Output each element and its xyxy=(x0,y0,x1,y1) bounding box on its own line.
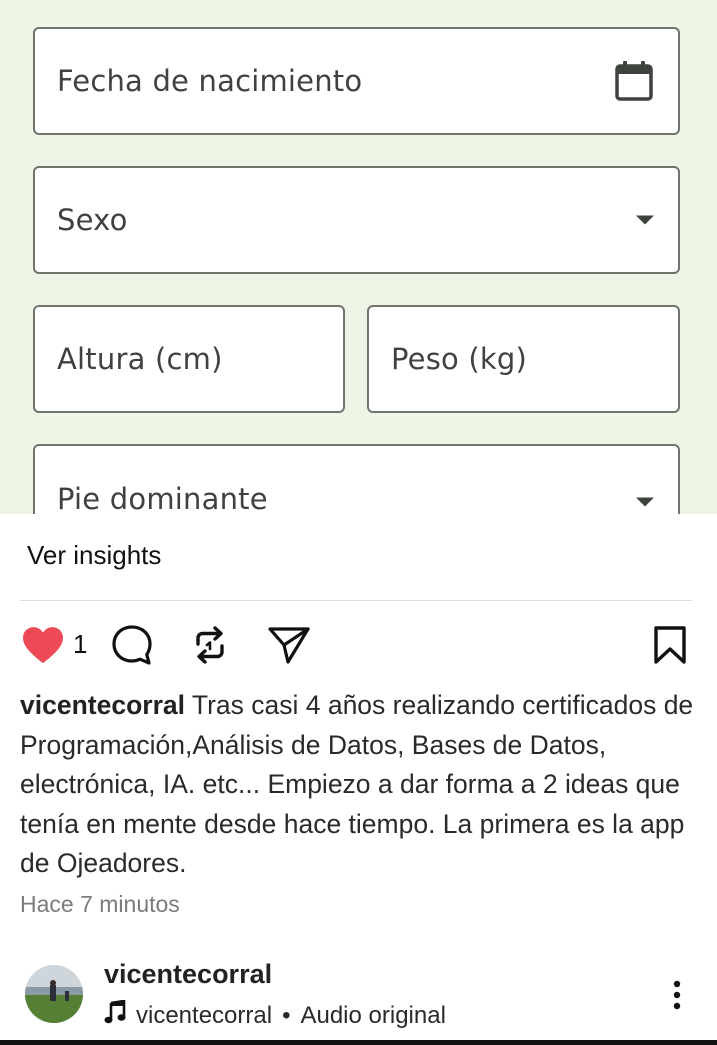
heart-icon[interactable] xyxy=(20,620,66,670)
audio-info[interactable]: vicentecorral • Audio original xyxy=(104,999,446,1031)
post-caption: vicentecorral Tras casi 4 años realizand… xyxy=(20,686,700,884)
bookmark-icon[interactable] xyxy=(650,620,690,670)
weight-input[interactable]: Peso (kg) xyxy=(367,305,680,413)
caret-down-icon xyxy=(636,497,654,507)
like-count[interactable]: 1 xyxy=(73,629,87,660)
post-image: Fecha de nacimiento Sexo Altura (cm) Pes… xyxy=(0,0,717,514)
dominant-foot-label: Pie dominante xyxy=(57,482,268,514)
repost-icon[interactable] xyxy=(188,620,232,670)
birthdate-field[interactable]: Fecha de nacimiento xyxy=(33,27,680,135)
post-timestamp: Hace 7 minutos xyxy=(20,891,180,917)
caret-down-icon xyxy=(636,215,654,225)
divider xyxy=(20,600,692,601)
action-bar: 1 xyxy=(20,620,692,670)
height-label: Altura (cm) xyxy=(57,342,223,376)
audio-username: vicentecorral xyxy=(136,1001,273,1029)
dominant-foot-select[interactable]: Pie dominante xyxy=(33,444,680,514)
caption-username[interactable]: vicentecorral xyxy=(20,690,185,720)
bottom-edge xyxy=(0,1040,717,1045)
author-username[interactable]: vicentecorral xyxy=(104,959,272,990)
view-insights-link[interactable]: Ver insights xyxy=(27,540,161,571)
weight-label: Peso (kg) xyxy=(391,342,527,376)
music-note-icon xyxy=(104,999,126,1031)
sex-label: Sexo xyxy=(57,203,128,237)
sex-select[interactable]: Sexo xyxy=(33,166,680,274)
audio-separator: • xyxy=(282,1001,291,1029)
avatar[interactable] xyxy=(25,965,83,1023)
audio-label: Audio original xyxy=(300,1001,446,1029)
comment-bubble-icon[interactable] xyxy=(108,620,156,670)
send-icon[interactable] xyxy=(266,620,312,670)
calendar-icon[interactable] xyxy=(614,60,654,102)
birthdate-label: Fecha de nacimiento xyxy=(57,64,363,98)
more-vertical-icon[interactable] xyxy=(662,977,692,1013)
height-input[interactable]: Altura (cm) xyxy=(33,305,345,413)
reel-author-row: vicentecorral vicentecorral • Audio orig… xyxy=(0,955,717,1035)
